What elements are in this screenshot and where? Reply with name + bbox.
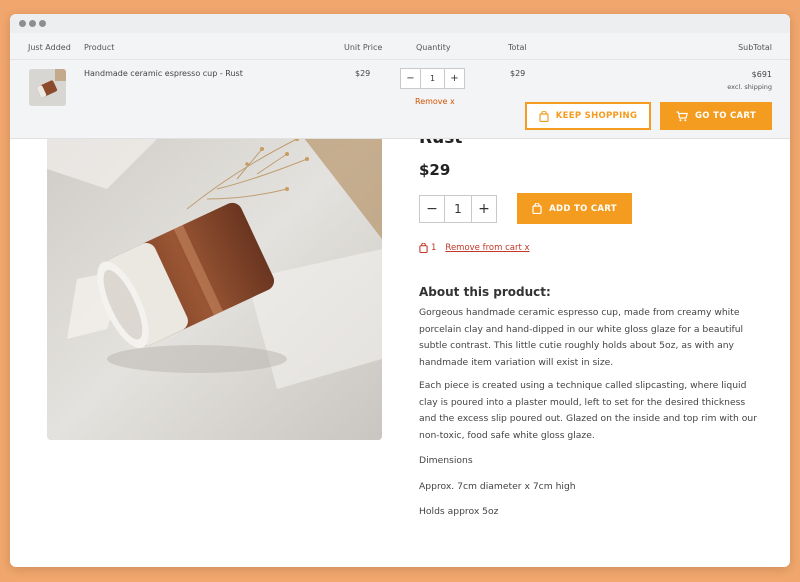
column-header-unit-price: Unit Price (344, 43, 383, 52)
column-header-product: Product (84, 43, 115, 52)
cart-increase-button[interactable]: + (445, 69, 464, 88)
cart-icon (676, 110, 688, 122)
browser-window: Rust $29 − 1 + ADD TO CART 1 Remove from… (10, 14, 790, 567)
bag-icon (419, 243, 428, 253)
increase-quantity-button[interactable]: + (472, 196, 496, 222)
quantity-stepper: − 1 + (419, 195, 497, 223)
header-divider (10, 59, 790, 60)
minus-icon: − (406, 73, 415, 84)
decrease-quantity-button[interactable]: − (420, 196, 444, 222)
window-close-dot[interactable] (19, 20, 26, 27)
cart-item-quantity-stepper: − 1 + (400, 68, 465, 89)
remove-from-cart-link[interactable]: Remove from cart x (445, 243, 529, 253)
cart-item-remove-link[interactable]: Remove x (415, 97, 455, 106)
capacity-text: Holds approx 5oz (419, 506, 499, 517)
window-maximize-dot[interactable] (39, 20, 46, 27)
column-header-subtotal: SubTotal (738, 43, 772, 52)
bag-icon (539, 110, 549, 122)
add-to-cart-button[interactable]: ADD TO CART (517, 193, 632, 224)
in-cart-info: 1 Remove from cart x (419, 243, 530, 253)
cart-item-total: $29 (510, 69, 526, 78)
keep-shopping-label: KEEP SHOPPING (555, 111, 638, 121)
window-titlebar (10, 14, 790, 33)
cart-count: 1 (431, 243, 437, 253)
cart-item-thumbnail (29, 69, 66, 106)
about-heading: About this product: (419, 285, 551, 299)
window-minimize-dot[interactable] (29, 20, 36, 27)
added-to-cart-panel: Just Added Product Unit Price Quantity T… (10, 33, 790, 139)
cart-quantity-value[interactable]: 1 (420, 69, 445, 88)
dimensions-label: Dimensions (419, 455, 473, 466)
product-price: $29 (419, 161, 451, 179)
product-image (47, 129, 382, 440)
go-to-cart-label: GO TO CART (695, 111, 756, 121)
minus-icon: − (426, 201, 438, 217)
plus-icon: + (478, 201, 490, 217)
cart-item-unit-price: $29 (355, 69, 371, 78)
subtotal-note: excl. shipping (727, 83, 772, 91)
cart-subtotal-value: $691 (751, 70, 772, 79)
column-header-total: Total (508, 43, 527, 52)
product-description: Gorgeous handmade ceramic espresso cup, … (419, 307, 744, 368)
keep-shopping-button[interactable]: KEEP SHOPPING (525, 102, 651, 130)
cart-item-name[interactable]: Handmade ceramic espresso cup - Rust (84, 69, 243, 78)
product-description-process: Each piece is created using a technique … (419, 380, 757, 441)
add-to-cart-label: ADD TO CART (549, 203, 617, 214)
dimensions-value: Approx. 7cm diameter x 7cm high (419, 481, 576, 492)
bag-icon (532, 203, 542, 214)
cart-decrease-button[interactable]: − (401, 69, 420, 88)
column-header-quantity: Quantity (416, 43, 451, 52)
go-to-cart-button[interactable]: GO TO CART (660, 102, 772, 130)
column-header-just-added: Just Added (28, 43, 71, 52)
plus-icon: + (450, 73, 459, 84)
quantity-value[interactable]: 1 (444, 196, 472, 222)
